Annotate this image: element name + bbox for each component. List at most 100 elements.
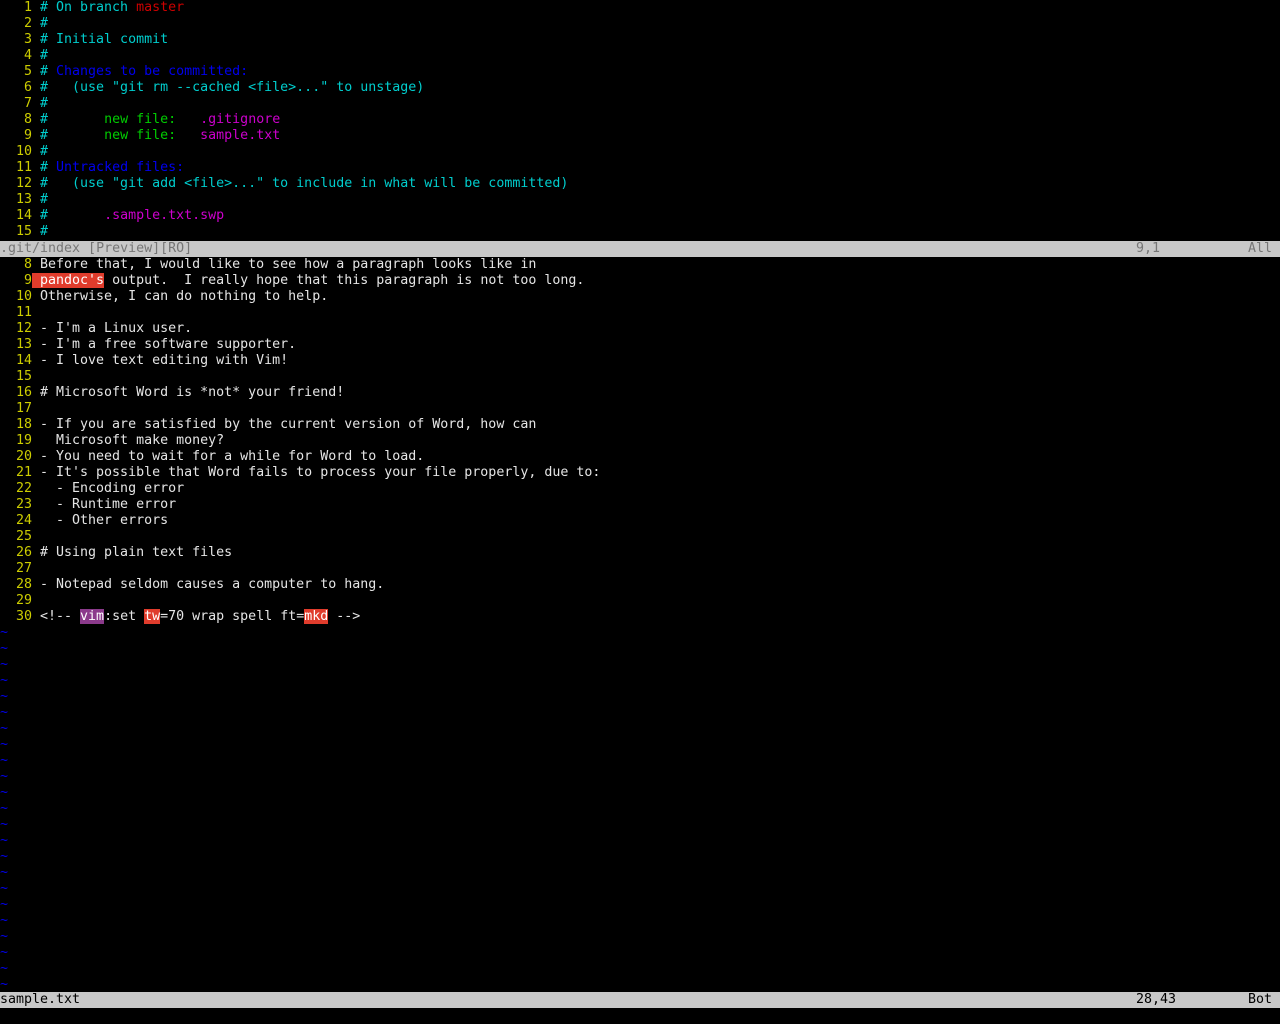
buffer-line[interactable]: 14 # .sample.txt.swp — [0, 208, 1280, 224]
buffer-line[interactable]: 30 <!-- vim:set tw=70 wrap spell ft=mkd … — [0, 609, 1280, 625]
buffer-line[interactable]: 17 — [0, 401, 1280, 417]
buffer-line[interactable]: 13 # — [0, 192, 1280, 208]
buffer-line[interactable]: 29 — [0, 593, 1280, 609]
buffer-line[interactable]: 21 - It's possible that Word fails to pr… — [0, 465, 1280, 481]
text-span — [176, 128, 200, 143]
line-text: - If you are satisfied by the current ve… — [32, 417, 536, 432]
buffer-line[interactable]: 11 # Untracked files: — [0, 160, 1280, 176]
buffer-line[interactable]: 1 # On branch master — [0, 0, 1280, 16]
empty-line-marker: ~ — [0, 705, 9, 720]
buffer-line[interactable]: 15 # — [0, 224, 1280, 240]
preview-statusline[interactable]: .git/index [Preview][RO] 9,1 All — [0, 241, 1280, 257]
line-text: # .sample.txt.swp — [32, 208, 224, 223]
buffer-line[interactable]: 14 - I love text editing with Vim! — [0, 353, 1280, 369]
buffer-line[interactable]: 9 pandoc's output. I really hope that th… — [0, 273, 1280, 289]
line-text — [32, 561, 40, 576]
line-text — [32, 529, 40, 544]
buffer-line[interactable]: 15 — [0, 369, 1280, 385]
text-span — [32, 593, 40, 608]
line-number: 19 — [15, 433, 32, 448]
buffer-line[interactable]: 28 - Notepad seldom causes a computer to… — [0, 577, 1280, 593]
line-number: 2 — [23, 16, 32, 31]
line-text: # — [32, 192, 48, 207]
buffer-line[interactable]: 22 - Encoding error — [0, 481, 1280, 497]
text-span: master — [136, 0, 185, 15]
line-number: 15 — [15, 224, 32, 239]
line-number: 23 — [15, 497, 32, 512]
buffer-line[interactable]: 2 # — [0, 16, 1280, 32]
line-text: pandoc's output. I really hope that this… — [32, 273, 584, 288]
text-span: # On branch — [32, 0, 137, 15]
line-number: 13 — [15, 192, 32, 207]
sample-statusline[interactable]: sample.txt 28,43 Bot — [0, 992, 1280, 1008]
text-span: - Notepad seldom causes a computer to ha… — [32, 577, 385, 592]
line-text: - I'm a Linux user. — [32, 321, 192, 336]
text-span: Microsoft make money? — [32, 433, 225, 448]
empty-line-marker: ~ — [0, 817, 9, 832]
text-span: Before that, I would like to see how a p… — [32, 257, 537, 272]
empty-line-marker: ~ — [0, 833, 9, 848]
buffer-line[interactable]: 12 # (use "git add <file>..." to include… — [0, 176, 1280, 192]
buffer-line[interactable]: 23 - Runtime error — [0, 497, 1280, 513]
buffer-line[interactable]: 9 # new file: sample.txt — [0, 128, 1280, 144]
line-number: 6 — [23, 80, 32, 95]
empty-line-marker: ~ — [0, 625, 9, 640]
buffer-line[interactable]: 16 # Microsoft Word is *not* your friend… — [0, 385, 1280, 401]
buffer-line[interactable]: 4 # — [0, 48, 1280, 64]
line-text: # Using plain text files — [32, 545, 232, 560]
text-span: # — [32, 64, 57, 79]
text-span: new file: — [104, 112, 177, 127]
empty-line-marker: ~ — [0, 737, 9, 752]
empty-line-marker: ~ — [0, 945, 9, 960]
text-span: output. I really hope that this paragrap… — [104, 273, 585, 288]
buffer-line[interactable]: 11 — [0, 305, 1280, 321]
buffer-line[interactable]: 26 # Using plain text files — [0, 545, 1280, 561]
text-span: .gitignore — [200, 112, 281, 127]
line-number: 14 — [15, 208, 32, 223]
sample-window[interactable]: 8 Before that, I would like to see how a… — [0, 257, 1280, 993]
preview-window[interactable]: 1 # On branch master 2 #3 # Initial commi… — [0, 0, 1280, 240]
empty-line-marker: ~ — [0, 849, 9, 864]
line-text: # Untracked files: — [32, 160, 184, 175]
buffer-line[interactable]: 10 # — [0, 144, 1280, 160]
buffer-line[interactable]: 3 # Initial commit — [0, 32, 1280, 48]
buffer-line[interactable]: 20 - You need to wait for a while for Wo… — [0, 449, 1280, 465]
buffer-line[interactable]: 24 - Other errors — [0, 513, 1280, 529]
buffer-line[interactable]: 8 Before that, I would like to see how a… — [0, 257, 1280, 273]
empty-line-marker: ~ — [0, 961, 9, 976]
buffer-line[interactable]: 18 - If you are satisfied by the current… — [0, 417, 1280, 433]
line-text: Microsoft make money? — [32, 433, 224, 448]
line-number: 16 — [15, 385, 32, 400]
vim-terminal-screen: 1 # On branch master 2 #3 # Initial commi… — [0, 0, 1280, 1024]
line-number: 8 — [23, 112, 32, 127]
text-span: :set — [104, 609, 145, 624]
line-number: 10 — [15, 289, 32, 304]
buffer-line[interactable]: 8 # new file: .gitignore — [0, 112, 1280, 128]
line-number: 4 — [23, 48, 32, 63]
text-span: # — [32, 144, 49, 159]
empty-line-marker: ~ — [0, 641, 9, 656]
buffer-line[interactable]: 13 - I'm a free software supporter. — [0, 337, 1280, 353]
text-span: sample.txt — [200, 128, 281, 143]
text-span: # Initial commit — [32, 32, 169, 47]
buffer-line[interactable]: 27 — [0, 561, 1280, 577]
line-number: 25 — [15, 529, 32, 544]
buffer-line[interactable]: 6 # (use "git rm --cached <file>..." to … — [0, 80, 1280, 96]
buffer-line[interactable]: 5 # Changes to be committed: — [0, 64, 1280, 80]
line-number: 12 — [15, 321, 32, 336]
buffer-line[interactable]: 25 — [0, 529, 1280, 545]
text-span — [32, 369, 40, 384]
buffer-line[interactable]: 12 - I'm a Linux user. — [0, 321, 1280, 337]
buffer-line[interactable]: 19 Microsoft make money? — [0, 433, 1280, 449]
spell-rare-token: vim — [80, 609, 105, 624]
buffer-line[interactable]: 10 Otherwise, I can do nothing to help. — [0, 289, 1280, 305]
line-number: 22 — [15, 481, 32, 496]
line-text: - Encoding error — [32, 481, 184, 496]
line-number: 15 — [15, 369, 32, 384]
line-number: 11 — [15, 160, 32, 175]
line-text: # Initial commit — [32, 32, 168, 47]
text-span — [32, 305, 40, 320]
buffer-line[interactable]: 7 # — [0, 96, 1280, 112]
command-line[interactable] — [0, 1008, 1280, 1024]
line-text: # Changes to be committed: — [32, 64, 248, 79]
